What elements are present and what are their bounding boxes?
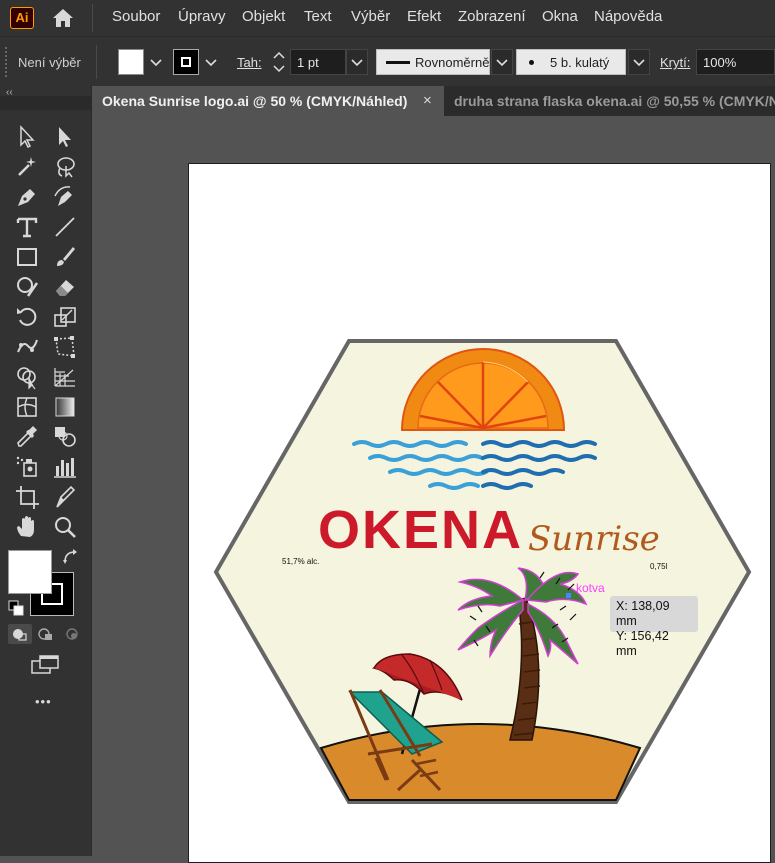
alcohol-content: 51,7% alc.	[282, 557, 319, 566]
brand-name: OKENA	[318, 500, 523, 560]
y-coordinate: Y: 156,42 mm	[616, 629, 669, 658]
position-readout-tooltip: X: 138,09 mm Y: 156,42 mm	[610, 596, 698, 658]
label-artwork[interactable]: OKENA Sunrise 51,7% alc. 0,75l	[0, 0, 775, 856]
x-coordinate: X: 138,09 mm	[616, 599, 670, 628]
brand-tagline: Sunrise	[528, 519, 660, 559]
anchor-point-marker	[566, 593, 571, 598]
volume-label: 0,75l	[650, 562, 668, 571]
smart-guide-anchor-label: kotva	[576, 581, 605, 595]
